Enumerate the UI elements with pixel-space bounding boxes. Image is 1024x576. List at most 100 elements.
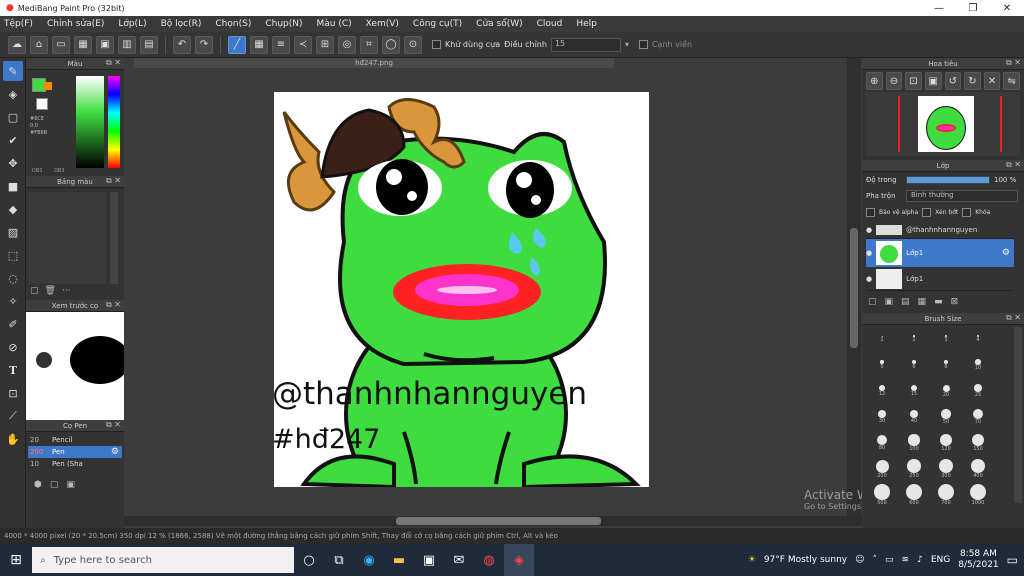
menu-item-help[interactable]: Help xyxy=(576,19,597,29)
stabilizer-checkbox[interactable] xyxy=(432,40,441,49)
menu-item-select[interactable]: Chọn(S) xyxy=(215,19,251,29)
delete-layer-icon[interactable]: ⊠ xyxy=(951,297,959,307)
actual-size-icon[interactable]: ▣ xyxy=(924,72,942,90)
color-picker-square[interactable] xyxy=(76,76,104,168)
language-indicator[interactable]: ENG xyxy=(931,555,950,565)
palette-scrollbar[interactable] xyxy=(110,192,118,284)
layer-row[interactable]: ● Lớp1 ⚙ xyxy=(866,239,1014,267)
more-icon[interactable]: ··· xyxy=(62,286,71,296)
divide-tool-icon[interactable]: ⊡ xyxy=(3,383,23,403)
blend-select[interactable]: Bình thường xyxy=(906,190,1018,202)
brush-size-cell[interactable]: 15 xyxy=(902,379,926,403)
select-eraser-icon[interactable]: ⊘ xyxy=(3,337,23,357)
menu-item-cloud[interactable]: Cloud xyxy=(537,19,563,29)
menu-item-file[interactable]: Tệp(F) xyxy=(4,19,33,29)
edge-checkbox[interactable] xyxy=(638,40,648,49)
medibang-icon[interactable]: ◈ xyxy=(504,544,534,576)
lasso-tool-icon[interactable]: ◌ xyxy=(3,268,23,288)
layout-icon[interactable]: ▤ xyxy=(140,35,158,54)
file-explorer-icon[interactable]: ▬ xyxy=(384,544,414,576)
eye-icon[interactable]: ● xyxy=(866,275,872,283)
home-icon[interactable]: ⌂ xyxy=(30,35,48,54)
radial-snap-icon[interactable]: ≺ xyxy=(294,35,312,54)
correction-select[interactable]: 15 xyxy=(550,37,621,52)
windows-start-icon[interactable]: ⊞ xyxy=(0,544,32,576)
panel-close-icon[interactable]: ⧉ ✕ xyxy=(106,300,121,310)
navigator-preview[interactable] xyxy=(866,92,1020,156)
gradient-tool-icon[interactable]: ▨ xyxy=(3,222,23,242)
layer-settings-icon[interactable]: ⚙ xyxy=(1002,248,1010,258)
brush-item[interactable]: 10 Pen (Sha xyxy=(28,458,122,470)
canvas-area[interactable]: hđ247.png @thanhnhannguyen #hđ247 Activa… xyxy=(124,58,947,528)
accent-color-swatch[interactable] xyxy=(44,82,52,90)
vertical-scroll-thumb[interactable] xyxy=(850,228,858,348)
document-tab[interactable]: hđ247.png xyxy=(134,58,614,68)
people-icon[interactable]: ☺ xyxy=(855,555,864,565)
hand-tool-icon[interactable]: ✋ xyxy=(3,429,23,449)
opacity-slider[interactable] xyxy=(906,176,990,184)
brush-size-cell[interactable]: 50 xyxy=(934,405,958,429)
menu-item-snap[interactable]: Chụp(N) xyxy=(265,19,302,29)
brush-size-cell[interactable]: 500 xyxy=(870,483,894,507)
brush-tool-icon[interactable]: ✎ xyxy=(3,61,23,81)
brush-size-cell[interactable]: 300 xyxy=(934,457,958,481)
brush-size-cell[interactable]: 120 xyxy=(934,431,958,455)
panel-icon[interactable]: ▥ xyxy=(118,35,136,54)
menu-item-view[interactable]: Xem(V) xyxy=(366,19,399,29)
brush-size-cell[interactable]: 30 xyxy=(870,405,894,429)
brush-size-cell[interactable]: 2 xyxy=(902,327,926,351)
brush-size-cell[interactable]: 20 xyxy=(934,379,958,403)
rect-select-icon[interactable]: ■ xyxy=(3,176,23,196)
panel-close-icon[interactable]: ⧉ ✕ xyxy=(106,176,121,186)
brush-size-cell[interactable]: 700 xyxy=(934,483,958,507)
brush-size-cell[interactable]: 3 xyxy=(934,327,958,351)
folder-icon[interactable]: ▬ xyxy=(934,297,943,307)
brush-size-cell[interactable]: 200 xyxy=(870,457,894,481)
brush-size-cell[interactable]: 250 xyxy=(902,457,926,481)
move-tool-icon[interactable]: ✥ xyxy=(3,153,23,173)
panel-close-icon[interactable]: ⧉ ✕ xyxy=(106,58,121,68)
panel-close-icon[interactable]: ⧉ ✕ xyxy=(106,420,121,430)
cortana-icon[interactable]: ○ xyxy=(294,544,324,576)
circle-snap-icon[interactable]: ◎ xyxy=(338,35,356,54)
volume-icon[interactable]: ♪ xyxy=(917,555,923,565)
add-folder-icon[interactable]: ▤ xyxy=(901,297,910,307)
fill-tool-icon[interactable]: ◆ xyxy=(3,199,23,219)
menu-item-layer[interactable]: Lớp(L) xyxy=(118,19,146,29)
rotate-left-icon[interactable]: ↺ xyxy=(944,72,962,90)
vanishing-point-icon[interactable]: ⊙ xyxy=(404,35,422,54)
eyedropper-tool-icon[interactable]: ⟋ xyxy=(3,406,23,426)
artboard[interactable]: @thanhnhannguyen #hđ247 xyxy=(274,92,649,487)
eraser-tool-icon[interactable]: ◈ xyxy=(3,84,23,104)
task-view-icon[interactable]: ⧉ xyxy=(324,544,354,576)
notification-icon[interactable]: ▭ xyxy=(1007,553,1018,567)
vertical-scrollbar[interactable] xyxy=(847,58,861,516)
brush-size-cell[interactable]: 70 xyxy=(966,405,990,429)
brush-size-cell[interactable]: 4 xyxy=(966,327,990,351)
network-icon[interactable]: ≋ xyxy=(902,555,910,565)
brush-size-cell[interactable]: 40 xyxy=(902,405,926,429)
menu-item-filter[interactable]: Bộ lọc(R) xyxy=(161,19,202,29)
select-tool-icon[interactable]: ⬚ xyxy=(3,245,23,265)
grid-snap-icon[interactable]: ▦ xyxy=(250,35,268,54)
parallel-snap-icon[interactable]: ≡ xyxy=(272,35,290,54)
close-button[interactable]: ✕ xyxy=(990,0,1024,16)
horizontal-scrollbar[interactable] xyxy=(124,516,862,526)
brush-size-cell[interactable]: 12 xyxy=(870,379,894,403)
brush-size-cell[interactable]: 10 xyxy=(966,353,990,377)
copy-brush-icon[interactable]: ▢ xyxy=(50,480,59,490)
reset-icon[interactable]: ✕ xyxy=(983,72,1001,90)
add-brush-icon[interactable]: ⬢ xyxy=(34,480,42,490)
maximize-button[interactable]: ❐ xyxy=(956,0,990,16)
search-box[interactable]: ⌕ Type here to search xyxy=(32,547,294,573)
minimize-button[interactable]: — xyxy=(922,0,956,16)
chrome-icon[interactable]: ◍ xyxy=(474,544,504,576)
zoom-out-icon[interactable]: ⊖ xyxy=(885,72,903,90)
hue-slider[interactable] xyxy=(108,76,120,168)
background-color-swatch[interactable] xyxy=(36,98,48,110)
rotate-right-icon[interactable]: ↻ xyxy=(964,72,981,90)
brush-size-cell[interactable]: 1 xyxy=(870,327,894,351)
lock-checkbox[interactable] xyxy=(962,208,972,217)
check-tool-icon[interactable]: ✔ xyxy=(3,130,23,150)
cloud-icon[interactable]: ☁ xyxy=(8,35,26,54)
